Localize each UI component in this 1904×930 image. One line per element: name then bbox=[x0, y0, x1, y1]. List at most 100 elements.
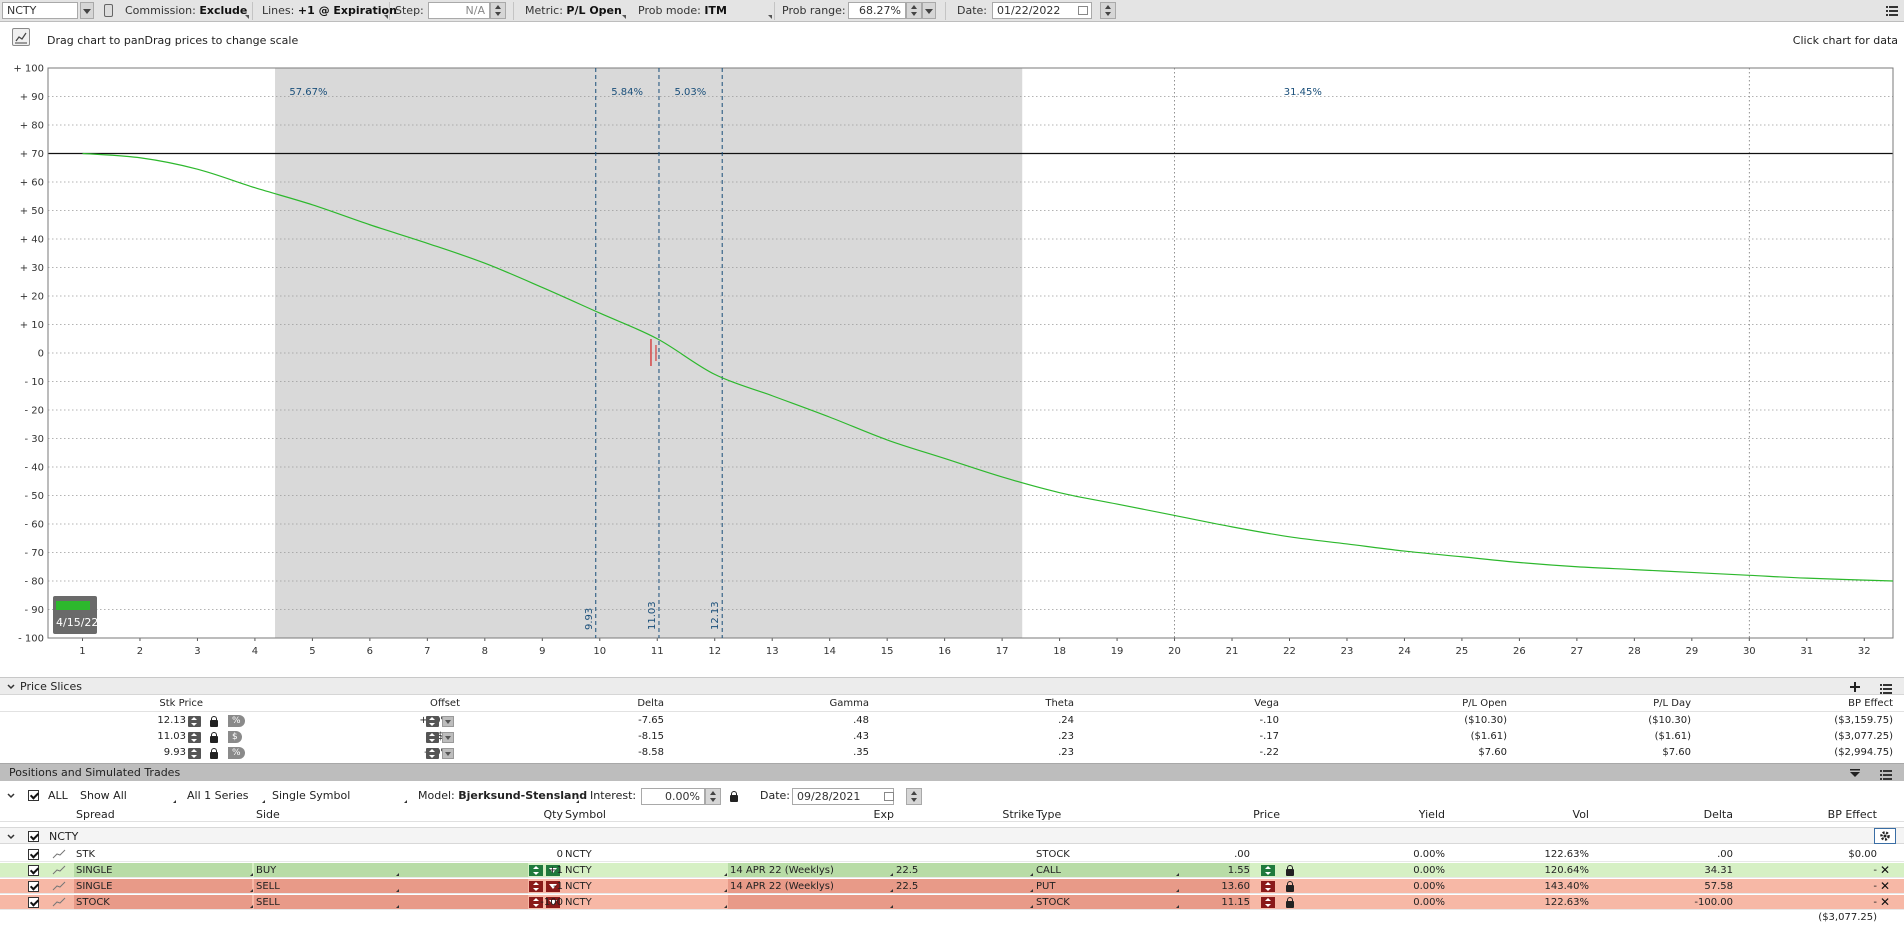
interest-stepper[interactable] bbox=[705, 788, 721, 805]
slice-lock-icon[interactable] bbox=[210, 748, 218, 759]
slice-offset-stepper[interactable] bbox=[426, 748, 439, 759]
y-tick-label: + 100 bbox=[13, 64, 44, 75]
slice-price-stepper[interactable] bbox=[188, 748, 201, 759]
price-stepper[interactable] bbox=[1261, 881, 1275, 892]
position-row[interactable]: STOCK SELL -100 NCTY STOCK 11.15 0.00% 122.63% -… bbox=[0, 895, 1904, 910]
collapse-chevron-icon[interactable] bbox=[7, 834, 15, 840]
slice-offset-dropdown[interactable] bbox=[442, 748, 454, 759]
select-all-checkbox[interactable] bbox=[28, 790, 39, 801]
remove-position-icon[interactable]: ✕ bbox=[1880, 863, 1890, 877]
collapse-chevron-icon[interactable] bbox=[7, 793, 15, 799]
position-group-row[interactable]: NCTY bbox=[0, 827, 1904, 844]
slice-offset-unit[interactable]: % bbox=[228, 747, 245, 759]
slice-price-stepper[interactable] bbox=[188, 716, 201, 727]
slice-offset: $0 bbox=[380, 730, 450, 744]
price-lock-icon[interactable] bbox=[1286, 881, 1294, 892]
x-tick-label: 26 bbox=[1513, 646, 1526, 657]
add-slice-icon[interactable] bbox=[1848, 680, 1862, 694]
col-delta: Delta bbox=[1703, 808, 1733, 821]
slice-pl-day: $7.60 bbox=[1662, 747, 1691, 758]
dropdown-corner-icon bbox=[396, 905, 399, 908]
slice-offset-unit[interactable]: $ bbox=[228, 731, 242, 743]
slice-offset-stepper[interactable] bbox=[426, 732, 439, 743]
x-tick-label: 13 bbox=[766, 646, 779, 657]
price-lock-icon[interactable] bbox=[1286, 897, 1294, 908]
remove-position-icon[interactable]: ✕ bbox=[1880, 895, 1890, 909]
group-checkbox[interactable] bbox=[28, 831, 39, 842]
slice-theta: .24 bbox=[1058, 715, 1074, 726]
probability-label: 5.84% bbox=[611, 87, 643, 98]
slice-bp-effect: ($2,994.75) bbox=[1834, 747, 1893, 758]
interest-input[interactable]: 0.00% bbox=[641, 788, 705, 805]
symbol-mode-dropdown[interactable]: Single Symbol bbox=[272, 786, 350, 805]
calendar-icon[interactable] bbox=[1078, 6, 1088, 15]
price-stepper[interactable] bbox=[1261, 865, 1275, 876]
slice-offset-stepper[interactable] bbox=[426, 716, 439, 727]
show-filter-dropdown[interactable]: Show All bbox=[80, 786, 127, 805]
positions-menu-icon[interactable] bbox=[1880, 768, 1892, 780]
metric-control[interactable]: Metric: P/L Open bbox=[525, 3, 622, 19]
slices-menu-icon[interactable] bbox=[1880, 682, 1892, 694]
chart-style-icon[interactable] bbox=[12, 28, 30, 46]
interest-lock-icon[interactable] bbox=[730, 791, 738, 802]
commission-control[interactable]: Commission: Exclude bbox=[125, 3, 247, 19]
step-input[interactable]: N/A bbox=[428, 2, 490, 19]
positions-header[interactable]: Positions and Simulated Trades bbox=[0, 763, 1904, 781]
price-slice-row[interactable]: 11.03 $ $0 -8.15 .43 .23 -.17 ($1.61) ($… bbox=[0, 730, 1904, 744]
row-checkbox[interactable] bbox=[28, 881, 39, 892]
position-vol: 122.63% bbox=[1544, 849, 1590, 860]
x-tick-label: 23 bbox=[1341, 646, 1354, 657]
slice-lock-icon[interactable] bbox=[210, 732, 218, 743]
x-tick-label: 2 bbox=[137, 646, 143, 657]
dropdown-corner-icon bbox=[576, 800, 579, 803]
price-slice-row[interactable]: 9.93 % -10% -8.58 .35 .23 -.22 $7.60 $7.… bbox=[0, 746, 1904, 760]
row-checkbox[interactable] bbox=[28, 849, 39, 860]
prob-range-stepper[interactable] bbox=[906, 2, 922, 19]
symbol-selector[interactable]: NCTY bbox=[2, 2, 78, 19]
slice-lock-icon[interactable] bbox=[210, 716, 218, 727]
sim-date-input[interactable]: 09/28/2021 bbox=[792, 788, 894, 805]
slice-offset-dropdown[interactable] bbox=[442, 716, 454, 727]
position-exp: 14 APR 22 (Weeklys) bbox=[730, 865, 834, 876]
collapse-chevron-icon[interactable] bbox=[7, 684, 15, 690]
date-input[interactable]: 01/22/2022 bbox=[992, 2, 1092, 19]
y-tick-label: - 20 bbox=[24, 406, 44, 417]
interest-value: 0.00% bbox=[665, 790, 700, 803]
dropdown-corner-icon bbox=[262, 800, 265, 803]
chart-drag-hint: Drag chart to panDrag prices to change s… bbox=[47, 34, 299, 47]
slice-offset-unit[interactable]: % bbox=[228, 715, 245, 727]
model-control[interactable]: Model: Bjerksund-Stensland bbox=[418, 786, 587, 805]
risk-profile-chart[interactable]: + 100+ 90+ 80+ 70+ 60+ 50+ 40+ 30+ 20+ 1… bbox=[0, 60, 1904, 682]
step-stepper[interactable] bbox=[490, 2, 506, 19]
price-slices-title: Price Slices bbox=[20, 680, 82, 693]
calendar-icon[interactable] bbox=[884, 792, 894, 801]
prob-range-input[interactable]: 68.27% bbox=[848, 2, 906, 19]
x-tick-label: 11 bbox=[651, 646, 664, 657]
position-row[interactable]: SINGLE SELL -1 NCTY 14 APR 22 (Weeklys) 22.5 P… bbox=[0, 879, 1904, 894]
menu-icon[interactable] bbox=[1886, 5, 1898, 16]
row-checkbox[interactable] bbox=[28, 897, 39, 908]
price-slices-header[interactable]: Price Slices bbox=[0, 677, 1904, 695]
price-stepper[interactable] bbox=[1261, 897, 1275, 908]
gear-icon[interactable] bbox=[1874, 828, 1896, 844]
collapse-arrow-icon[interactable] bbox=[1848, 769, 1862, 778]
prob-mode-control[interactable]: Prob mode: ITM bbox=[638, 3, 727, 19]
position-row[interactable]: STK 0 NCTY STOCK .00 0.00% 122.63% .00 $0.00 bbox=[0, 847, 1904, 862]
slice-price-stepper[interactable] bbox=[188, 732, 201, 743]
x-tick-label: 4 bbox=[252, 646, 258, 657]
date-stepper[interactable] bbox=[1100, 2, 1116, 19]
link-icon[interactable] bbox=[104, 4, 113, 17]
row-checkbox[interactable] bbox=[28, 865, 39, 876]
sim-date-stepper[interactable] bbox=[906, 788, 922, 805]
lines-control[interactable]: Lines: +1 @ Expiration bbox=[262, 3, 397, 19]
remove-position-icon[interactable]: ✕ bbox=[1880, 879, 1890, 893]
price-lock-icon[interactable] bbox=[1286, 865, 1294, 876]
price-slice-row[interactable]: 12.13 % +10% -7.65 .48 .24 -.10 ($10.30)… bbox=[0, 714, 1904, 728]
series-filter-dropdown[interactable]: All 1 Series bbox=[187, 786, 248, 805]
slice-offset-dropdown[interactable] bbox=[442, 732, 454, 743]
y-tick-label: - 50 bbox=[24, 491, 44, 502]
position-row[interactable]: SINGLE BUY +1 NCTY 14 APR 22 (Weeklys) 22.5 CA… bbox=[0, 863, 1904, 878]
prob-range-dropdown-button[interactable] bbox=[922, 2, 936, 19]
symbol-dropdown-button[interactable] bbox=[80, 2, 94, 19]
position-exp: 14 APR 22 (Weeklys) bbox=[730, 881, 834, 892]
